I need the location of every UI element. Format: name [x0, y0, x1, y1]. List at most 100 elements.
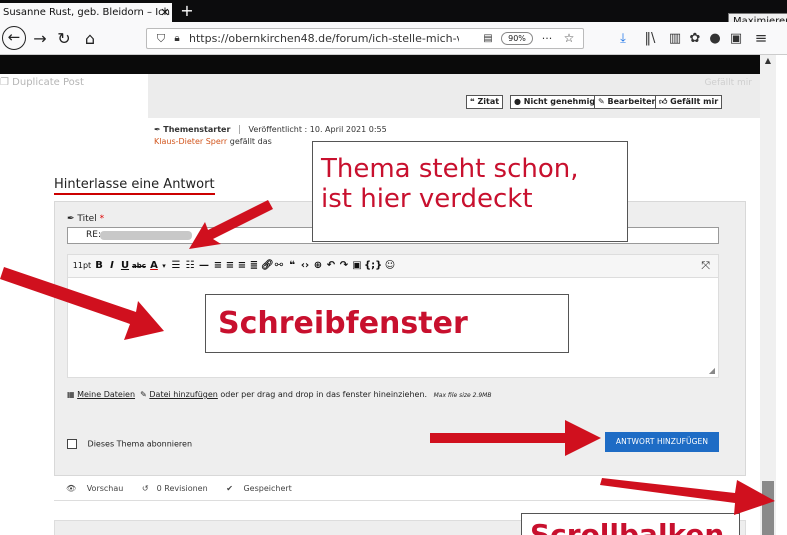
- horizontal-line-icon[interactable]: —: [198, 255, 210, 277]
- reply-heading: Hinterlasse eine Antwort: [54, 177, 215, 195]
- liked-by: Klaus-Dieter Sperr gefällt das: [154, 137, 272, 146]
- shield-icon[interactable]: ⛉: [155, 29, 167, 48]
- align-center-icon[interactable]: ≡: [224, 255, 236, 277]
- blockquote-icon[interactable]: ❝: [286, 255, 298, 277]
- text-color-icon[interactable]: A: [148, 255, 160, 277]
- sidebar-icon[interactable]: ▥: [666, 22, 684, 55]
- code-icon[interactable]: ‹›: [299, 255, 311, 277]
- chevron-down-icon[interactable]: ▾: [160, 255, 168, 277]
- forward-arrow-icon[interactable]: →: [30, 22, 50, 55]
- topic-starter-badge: Themenstarter: [163, 125, 231, 134]
- font-size-select[interactable]: 11pt: [72, 255, 92, 277]
- liked-by-user-link[interactable]: Klaus-Dieter Sperr: [154, 137, 227, 146]
- files-icon: ▦: [67, 390, 75, 399]
- annotation-schreibfenster: Schreibfenster: [205, 294, 569, 353]
- image-icon[interactable]: ▣: [351, 255, 363, 277]
- numbered-list-icon[interactable]: ☷: [184, 255, 196, 277]
- submit-reply-button[interactable]: ANTWORT HINZUFÜGEN: [605, 432, 719, 452]
- thumbs-up-icon: 👍︎: [659, 97, 668, 106]
- browser-tab[interactable]: Susanne Rust, geb. Bleidorn – Ich st: [0, 3, 172, 22]
- library-icon[interactable]: ‖\: [641, 22, 659, 55]
- annotation-thema: Thema steht schon, ist hier verdeckt: [312, 141, 628, 242]
- info-icon: ●: [514, 97, 521, 106]
- align-right-icon[interactable]: ≡: [236, 255, 248, 277]
- extension-badge-icon[interactable]: ▣: [727, 22, 745, 55]
- new-tab-icon[interactable]: +: [176, 0, 198, 22]
- post-faded-text: Gefällt mir: [704, 78, 752, 88]
- bold-icon[interactable]: B: [93, 255, 105, 277]
- lock-icon[interactable]: 🔒︎: [171, 29, 183, 48]
- strikethrough-icon[interactable]: abc: [132, 255, 146, 277]
- preview-link[interactable]: 👁︎ Vorschau: [66, 484, 131, 493]
- back-arrow-icon[interactable]: ←: [2, 26, 26, 50]
- fullscreen-icon[interactable]: ⤧: [701, 255, 710, 277]
- italic-icon[interactable]: I: [106, 255, 118, 277]
- align-left-icon[interactable]: ≡: [212, 255, 224, 277]
- bookmark-star-icon[interactable]: ☆: [561, 29, 577, 48]
- zoom-level[interactable]: 90%: [501, 32, 533, 45]
- bullet-list-icon[interactable]: ☰: [170, 255, 182, 277]
- browser-navbar: ← → ↻ ⌂ ⛉ 🔒︎ https://obernkirchen48.de/f…: [0, 22, 787, 55]
- link-icon[interactable]: 🔗︎: [261, 255, 274, 277]
- published-date: Veröffentlicht : 10. April 2021 0:55: [248, 125, 387, 134]
- window-edge: [776, 55, 787, 535]
- add-file-link[interactable]: Datei hinzufügen: [149, 390, 217, 399]
- eye-icon: 👁︎: [66, 484, 77, 493]
- align-justify-icon[interactable]: ≣: [248, 255, 260, 277]
- my-files-link[interactable]: Meine Dateien: [77, 390, 135, 399]
- reader-view-icon[interactable]: ▤: [481, 29, 495, 48]
- check-icon: ✔: [226, 484, 233, 493]
- feather-icon: ✒: [154, 125, 161, 134]
- quote-icon: ❝: [470, 97, 475, 106]
- undo-icon[interactable]: ↶: [325, 255, 337, 277]
- scrollbar-thumb[interactable]: [762, 481, 774, 535]
- redo-icon[interactable]: ↷: [338, 255, 350, 277]
- editor-status-row: 👁︎ Vorschau ↺ 0 Revisionen ✔ Gespeichert: [54, 476, 746, 501]
- emoji-icon[interactable]: ☺: [384, 255, 396, 277]
- drag-drop-hint: oder per drag and drop in das fenster hi…: [220, 390, 428, 399]
- extension-icon[interactable]: ✿: [686, 22, 704, 55]
- tab-title: Susanne Rust, geb. Bleidorn – Ich st: [3, 7, 172, 18]
- menu-icon[interactable]: ≡: [752, 22, 770, 55]
- paperclip-icon: ✎: [140, 390, 147, 399]
- scroll-up-icon[interactable]: ▲: [760, 55, 776, 67]
- browser-titlebar: Susanne Rust, geb. Bleidorn – Ich st ✕ +: [0, 0, 787, 22]
- underline-icon[interactable]: U: [119, 255, 131, 277]
- url-text[interactable]: https://obernkirchen48.de/forum/ich-stel…: [189, 29, 459, 48]
- saved-status: ✔ Gespeichert: [226, 484, 292, 493]
- insert-icon[interactable]: ⊕: [312, 255, 324, 277]
- editor-toolbar: 11pt B I U abc A ▾ ☰ ☷ — ≡ ≡ ≡ ≣ 🔗︎ ⚯ ❝ …: [67, 254, 719, 278]
- pen-icon: ✒: [67, 214, 75, 224]
- blurred-title-text: [100, 231, 192, 240]
- annotation-scrollbalken: Scrollbalken: [521, 513, 740, 535]
- close-tab-icon[interactable]: ✕: [158, 3, 172, 22]
- duplicate-post-link[interactable]: ❐ Duplicate Post: [0, 77, 84, 88]
- edit-button[interactable]: ✎ Bearbeiten: [594, 95, 662, 109]
- edit-icon: ✎: [598, 97, 605, 106]
- bookmarks-strip: [0, 55, 760, 74]
- not-approved-button[interactable]: ● Nicht genehmigt: [510, 95, 603, 109]
- resize-handle-icon[interactable]: ◢: [709, 366, 715, 375]
- copy-icon: ❐: [0, 77, 9, 88]
- extension-cookie-icon[interactable]: ●: [706, 22, 724, 55]
- source-code-icon[interactable]: {;}: [364, 255, 382, 277]
- unlink-icon[interactable]: ⚯: [273, 255, 285, 277]
- post-meta: ✒ Themenstarter Veröffentlicht : 10. Apr…: [154, 125, 387, 134]
- home-icon[interactable]: ⌂: [80, 22, 100, 55]
- more-actions-icon[interactable]: ···: [539, 29, 555, 48]
- page-scrollbar[interactable]: ▲: [760, 55, 776, 535]
- title-value: RE:: [86, 230, 101, 240]
- revisions-link[interactable]: ↺ 0 Revisionen: [142, 484, 216, 493]
- like-button[interactable]: 👍︎ Gefällt mir: [655, 95, 723, 109]
- history-icon: ↺: [141, 484, 149, 493]
- quote-button[interactable]: ❝ Zitat: [466, 95, 504, 109]
- max-file-size: Max file size 2.9MB: [433, 392, 492, 399]
- subscribe-label[interactable]: Dieses Thema abonnieren: [88, 440, 193, 449]
- reload-icon[interactable]: ↻: [54, 22, 74, 55]
- url-bar[interactable]: ⛉ 🔒︎ https://obernkirchen48.de/forum/ich…: [146, 28, 584, 49]
- attachments-row: ▦ Meine Dateien ✎ Datei hinzufügen oder …: [67, 390, 491, 399]
- title-label: ✒ Titel *: [67, 214, 105, 224]
- previous-post: Gefällt mir ❝ Zitat ● Nicht genehmigt ✎ …: [148, 74, 760, 118]
- subscribe-checkbox[interactable]: [67, 439, 77, 449]
- download-icon[interactable]: ⤓: [614, 22, 632, 55]
